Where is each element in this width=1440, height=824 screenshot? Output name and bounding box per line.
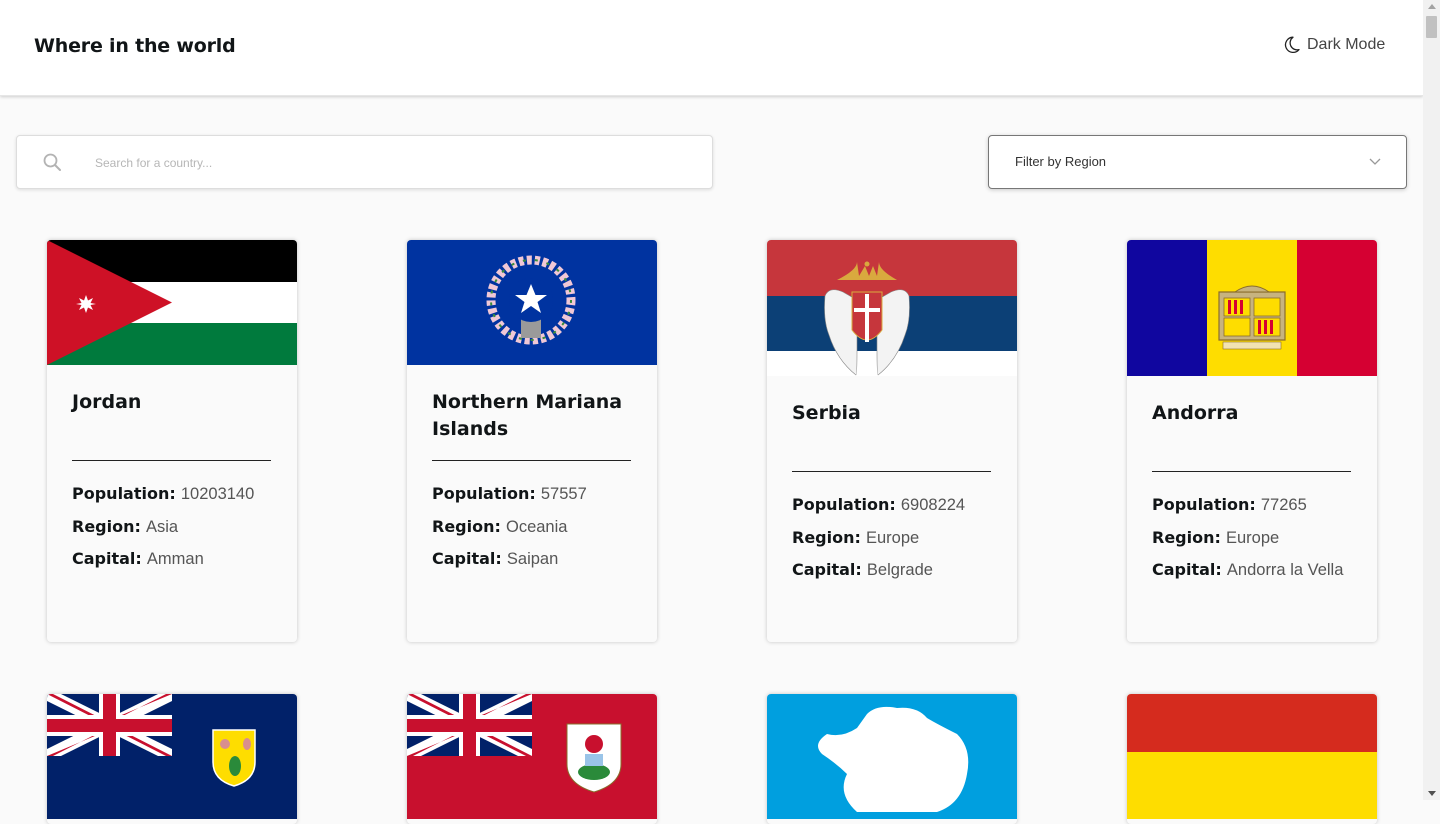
- capital-value: Belgrade: [866, 561, 933, 579]
- population-label: Population:: [432, 484, 536, 503]
- flag-jordan: [47, 240, 297, 365]
- country-card-bermuda[interactable]: [407, 694, 657, 824]
- country-card-northern-mariana-islands[interactable]: Northern Mariana Islands Population: 575…: [407, 240, 657, 642]
- country-stats: Population: 6908224 Region: Europe Capit…: [792, 489, 965, 587]
- search-icon: [43, 153, 61, 171]
- country-card-turks-and-caicos[interactable]: [47, 694, 297, 824]
- divider: [72, 460, 271, 461]
- country-name: Serbia: [792, 402, 861, 424]
- region-filter-dropdown[interactable]: Filter by Region: [988, 135, 1407, 189]
- country-card-jordan[interactable]: Jordan Population: 10203140 Region: Asia…: [47, 240, 297, 642]
- dark-mode-toggle[interactable]: Dark Mode: [1284, 36, 1385, 54]
- capital-value: Andorra la Vella: [1226, 561, 1344, 579]
- population-value: 10203140: [180, 485, 255, 503]
- capital-value: Amman: [146, 550, 204, 568]
- capital-label: Capital:: [72, 549, 142, 568]
- scroll-up-arrow-icon[interactable]: [1428, 4, 1436, 9]
- region-value: Oceania: [505, 517, 568, 536]
- moon-icon: [1284, 36, 1300, 54]
- region-value: Asia: [145, 517, 179, 536]
- population-label: Population:: [792, 495, 896, 514]
- flag-serbia: [767, 240, 1017, 376]
- country-stats: Population: 10203140 Region: Asia Capita…: [72, 478, 254, 576]
- population-label: Population:: [1152, 495, 1256, 514]
- population-value: 57557: [540, 485, 587, 503]
- app-title: Where in the world: [34, 35, 236, 57]
- search-box: [16, 135, 713, 189]
- flag-andorra: [1127, 240, 1377, 376]
- country-card-antarctica[interactable]: [767, 694, 1017, 824]
- country-card-spain[interactable]: [1127, 694, 1377, 824]
- page-scrollbar[interactable]: [1423, 0, 1440, 800]
- search-input[interactable]: [93, 150, 677, 176]
- country-card-serbia[interactable]: Serbia Population: 6908224 Region: Europ…: [767, 240, 1017, 642]
- region-value: Europe: [1225, 528, 1280, 547]
- flag-turks-and-caicos: [47, 694, 297, 819]
- country-name: Northern Mariana Islands: [432, 391, 623, 440]
- region-value: Europe: [865, 528, 920, 547]
- capital-value: Saipan: [506, 550, 559, 568]
- flag-spain: [1127, 694, 1377, 819]
- scroll-down-arrow-icon[interactable]: [1428, 791, 1436, 796]
- region-label: Region:: [1152, 527, 1221, 547]
- flag-antarctica: [767, 694, 1017, 819]
- filter-label: Filter by Region: [1015, 154, 1107, 169]
- country-name: Jordan: [72, 391, 142, 413]
- region-label: Region:: [792, 527, 861, 547]
- chevron-down-icon: [1369, 158, 1381, 165]
- flag-northern-mariana-islands: [407, 240, 657, 365]
- country-stats: Population: 77265 Region: Europe Capital…: [1152, 489, 1343, 587]
- capital-label: Capital:: [792, 560, 862, 579]
- flag-bermuda: [407, 694, 657, 819]
- divider: [432, 460, 631, 461]
- region-label: Region:: [432, 516, 501, 536]
- scroll-thumb[interactable]: [1426, 16, 1437, 38]
- top-header: Where in the world Dark Mode: [0, 0, 1423, 96]
- country-name: Andorra: [1152, 402, 1239, 424]
- capital-label: Capital:: [432, 549, 502, 568]
- country-card-andorra[interactable]: Andorra Population: 77265 Region: Europe…: [1127, 240, 1377, 642]
- region-label: Region:: [72, 516, 141, 536]
- capital-label: Capital:: [1152, 560, 1222, 579]
- country-stats: Population: 57557 Region: Oceania Capita…: [432, 478, 587, 576]
- population-value: 77265: [1260, 496, 1307, 514]
- divider: [792, 471, 991, 472]
- population-value: 6908224: [900, 496, 966, 514]
- population-label: Population:: [72, 484, 176, 503]
- divider: [1152, 471, 1351, 472]
- dark-mode-label: Dark Mode: [1307, 36, 1386, 53]
